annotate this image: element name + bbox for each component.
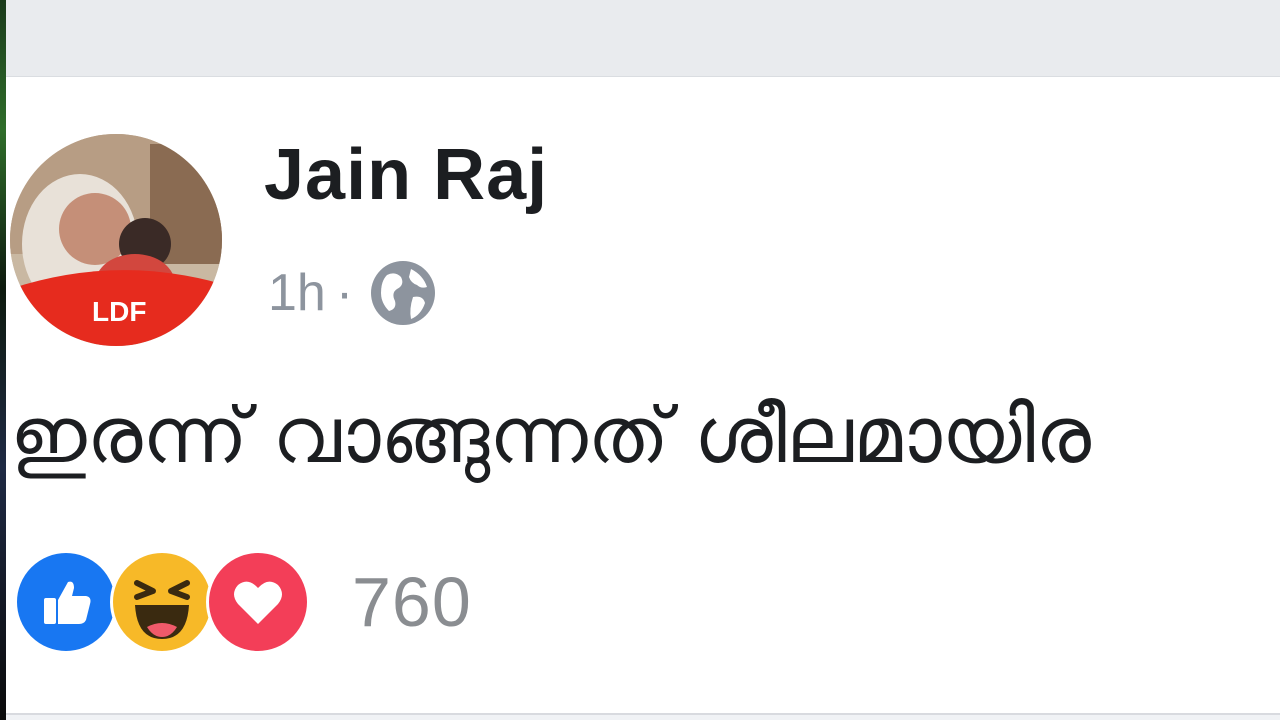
haha-icon[interactable]: [110, 550, 214, 654]
top-bar: [6, 0, 1280, 77]
avatar-badge-text: LDF: [92, 296, 146, 327]
reactions-bar[interactable]: 760: [14, 547, 472, 657]
globe-icon[interactable]: [369, 259, 437, 327]
author-name[interactable]: Jain Raj: [264, 139, 548, 211]
like-icon[interactable]: [14, 550, 118, 654]
meta-separator: ·: [335, 264, 354, 322]
post-meta: 1h ·: [268, 253, 437, 333]
avatar-photo: LDF: [10, 134, 222, 346]
love-icon[interactable]: [206, 550, 310, 654]
post-text: ഇരന്ന് വാങ്ങുന്നത് ശീലമായിര: [10, 391, 1091, 481]
post-card: LDF Jain Raj 1h · ഇരന്ന് വാങ്ങുന്നത് ശീല…: [6, 77, 1280, 715]
reaction-count[interactable]: 760: [352, 562, 472, 642]
post-time[interactable]: 1h: [268, 263, 326, 323]
author-avatar[interactable]: LDF: [10, 134, 222, 346]
